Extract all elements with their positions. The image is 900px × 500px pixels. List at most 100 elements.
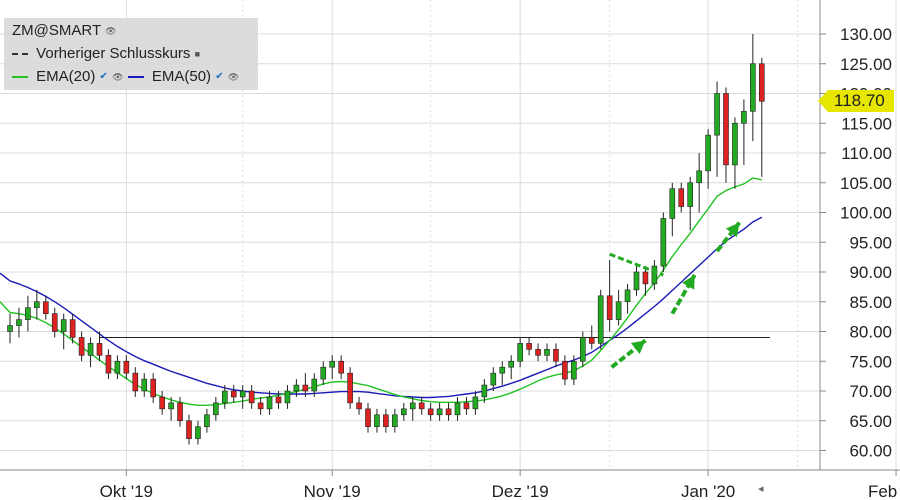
y-tick-label: 105.00 xyxy=(840,174,892,193)
candle-body xyxy=(105,354,112,374)
candle-body xyxy=(293,384,300,392)
eye-icon[interactable]: 👁 xyxy=(112,72,123,82)
candle-body xyxy=(168,402,174,410)
y-tick-label: 85.00 xyxy=(849,293,892,312)
eye-icon[interactable]: 👁 xyxy=(105,26,116,36)
candle-body xyxy=(660,218,667,267)
candle-body xyxy=(374,414,380,427)
candle-body xyxy=(544,349,550,356)
candle-body xyxy=(284,390,291,404)
candle-body xyxy=(248,390,255,404)
candle-body xyxy=(696,170,702,184)
candle-body xyxy=(750,63,756,112)
candle-body xyxy=(526,343,532,350)
candle-body xyxy=(87,343,94,356)
candle-body xyxy=(123,360,130,374)
x-tick-label: Jan '20 xyxy=(681,482,735,500)
candle-body xyxy=(383,414,389,427)
candle-body xyxy=(571,360,577,380)
legend-ema50: EMA(50) xyxy=(151,68,212,85)
candle-body xyxy=(266,396,273,410)
candle-body xyxy=(329,360,336,368)
candle-body xyxy=(409,402,416,410)
candle-body xyxy=(42,301,49,314)
candle-body xyxy=(687,182,694,207)
candle-body xyxy=(418,402,425,410)
candle-body xyxy=(758,63,765,102)
candle-body xyxy=(562,360,568,380)
y-tick-label: 115.00 xyxy=(841,114,892,133)
legend-previous-close: Vorheriger Schlusskurs xyxy=(36,45,191,62)
x-tick-label: Okt '19 xyxy=(100,482,153,500)
candle-body xyxy=(508,360,515,368)
candle-body xyxy=(51,313,58,332)
candle-body xyxy=(213,402,219,416)
candle-body xyxy=(642,271,649,285)
y-tick-label: 70.00 xyxy=(849,382,892,401)
candle-body xyxy=(588,337,595,344)
candle-body xyxy=(714,93,720,136)
previous-close-swatch xyxy=(12,53,28,56)
candle-body xyxy=(615,301,622,320)
candle-body xyxy=(427,408,434,416)
legend-symbol: ZM@SMART xyxy=(12,22,101,39)
candle-body xyxy=(69,319,76,338)
y-tick-label: 110.00 xyxy=(841,144,892,163)
y-tick-label: 80.00 xyxy=(849,323,892,342)
check-icon[interactable]: ✔ xyxy=(215,71,223,82)
candle-body xyxy=(159,396,165,410)
candle-body xyxy=(678,188,685,207)
candle-body xyxy=(732,122,738,166)
candle-body xyxy=(34,301,40,308)
candle-body xyxy=(463,402,470,410)
candle-body xyxy=(651,265,658,285)
candle-body xyxy=(499,366,506,374)
candle-body xyxy=(257,402,264,410)
candle-body xyxy=(338,360,344,374)
x-tick-label: Nov '19 xyxy=(304,482,361,500)
candle-body xyxy=(392,414,398,427)
scroll-arrow-icon[interactable]: ◂ xyxy=(758,482,764,495)
candle-body xyxy=(723,93,729,166)
x-tick-label: Feb '20 xyxy=(868,482,900,500)
eye-icon[interactable]: 👁 xyxy=(228,72,239,82)
candle-body xyxy=(141,378,148,392)
candle-body xyxy=(302,384,309,392)
chart-legend: ZM@SMART 👁 Vorheriger Schlusskurs ■ EMA(… xyxy=(4,18,258,90)
y-tick-label: 100.00 xyxy=(840,204,892,223)
candle-body xyxy=(624,289,631,303)
candle-body xyxy=(705,134,711,172)
y-tick-label: 95.00 xyxy=(849,233,892,252)
y-tick-label: 75.00 xyxy=(849,352,892,371)
y-tick-label: 65.00 xyxy=(849,412,892,431)
candle-body xyxy=(606,295,613,320)
candle-body xyxy=(472,396,479,410)
candle-body xyxy=(311,378,318,392)
candle-body xyxy=(60,319,67,332)
candle-body xyxy=(275,396,282,404)
y-tick-label: 130.00 xyxy=(840,25,892,44)
candle-body xyxy=(204,414,210,427)
y-tick-label: 90.00 xyxy=(849,263,892,282)
x-tick-label: Dez '19 xyxy=(492,482,549,500)
candle-body xyxy=(481,384,488,398)
candle-body xyxy=(114,360,121,374)
y-tick-label: 125.00 xyxy=(840,55,892,74)
candle-body xyxy=(195,426,201,439)
square-icon[interactable]: ■ xyxy=(195,49,200,59)
candle-body xyxy=(177,402,183,422)
legend-row-ema: EMA(20) ✔ 👁 EMA(50) ✔ 👁 xyxy=(12,67,239,87)
candle-body xyxy=(436,408,443,416)
candle-body xyxy=(400,408,407,416)
candle-body xyxy=(230,390,237,398)
candle-body xyxy=(490,372,497,386)
candle-body xyxy=(365,408,371,428)
candle-body xyxy=(347,372,353,404)
candle-body xyxy=(16,319,22,326)
check-icon[interactable]: ✔ xyxy=(100,71,108,82)
legend-ema20: EMA(20) xyxy=(36,68,96,85)
last-price-tag: 118.70 xyxy=(818,90,894,112)
candle-body xyxy=(535,349,541,356)
candle-body xyxy=(7,325,13,332)
candle-body xyxy=(454,402,461,416)
